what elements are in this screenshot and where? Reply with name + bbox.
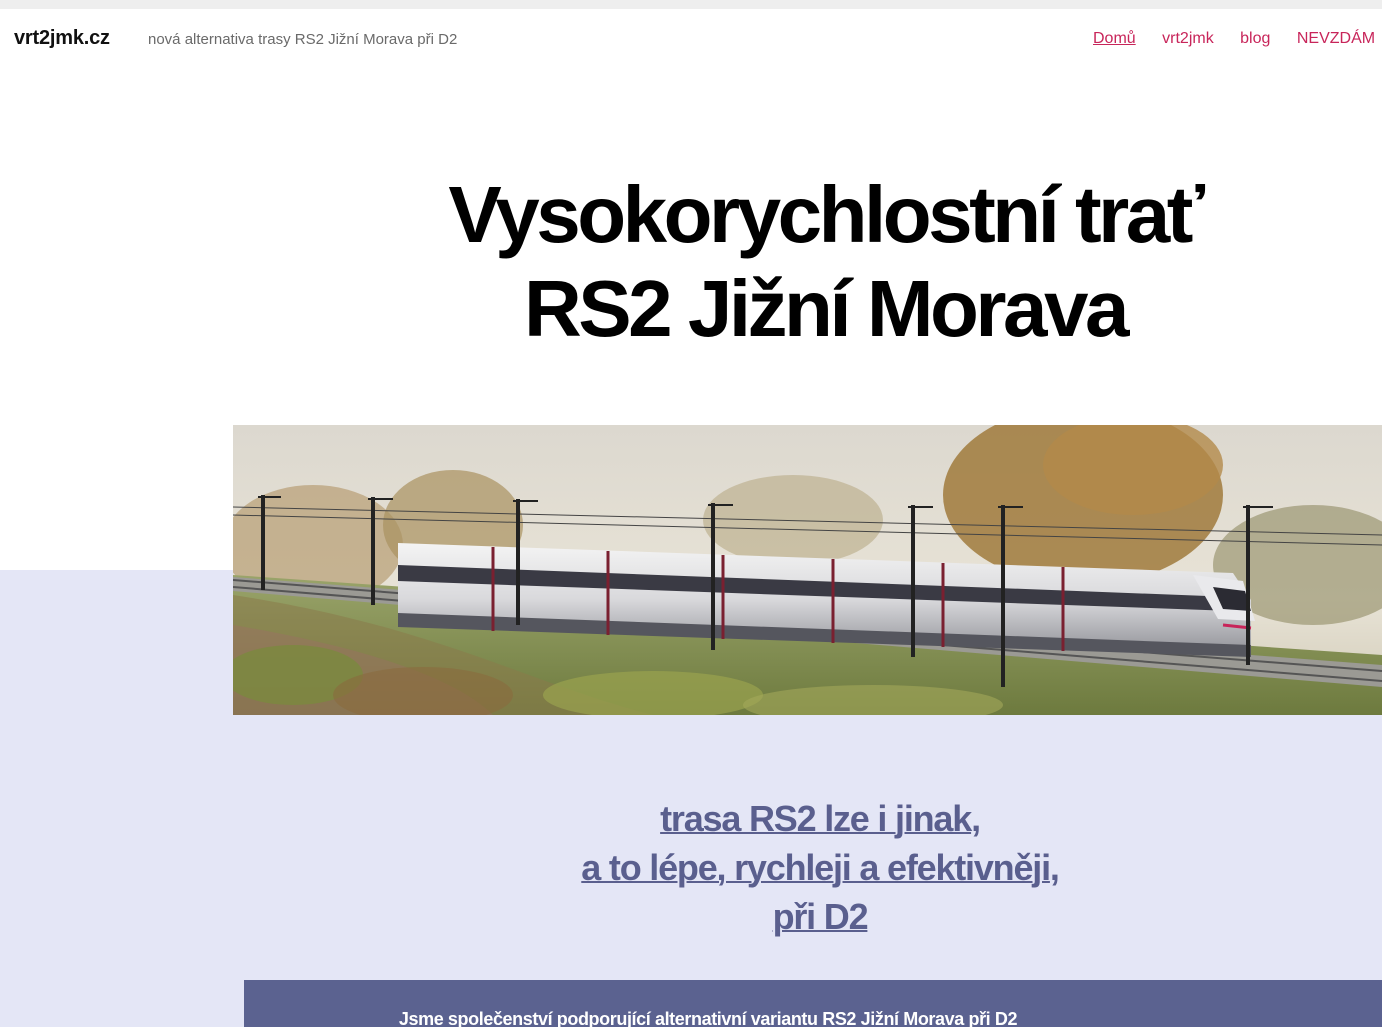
nav-item-home[interactable]: Domů xyxy=(1093,30,1136,47)
page-title: Vysokorychlostní trať RS2 Jižní Morava xyxy=(230,168,1382,356)
site-title-link[interactable]: vrt2jmk.cz xyxy=(14,27,110,50)
hero-train-image xyxy=(233,425,1382,715)
tagline-link-d2[interactable]: při D2 xyxy=(773,896,869,937)
tagline-link-better[interactable]: a to lépe, rychleji a efektivněji xyxy=(581,847,1051,888)
primary-nav: Domů vrt2jmk blog NEVZDÁM xyxy=(1093,30,1382,48)
site-description: nová alternativa trasy RS2 Jižní Morava … xyxy=(148,31,458,48)
tagline-link-route[interactable]: trasa RS2 lze i jinak xyxy=(660,798,972,839)
tagline: trasa RS2 lze i jinak, a to lépe, rychle… xyxy=(380,794,1260,941)
mission-band: Jsme společenství podporující alternativ… xyxy=(244,980,1382,1027)
nav-item-blog[interactable]: blog xyxy=(1240,30,1270,47)
page-title-line2: RS2 Jižní Morava xyxy=(523,264,1130,353)
page-title-line1: Vysokorychlostní trať xyxy=(448,170,1205,259)
mission-text: Jsme společenství podporující alternativ… xyxy=(398,1009,1018,1027)
tagline-comma-2: , xyxy=(1049,847,1060,888)
browser-top-strip xyxy=(0,0,1382,9)
site-header: vrt2jmk.cz nová alternativa trasy RS2 Ji… xyxy=(0,9,1382,71)
tagline-comma-1: , xyxy=(971,798,981,839)
nav-item-vrt2jmk[interactable]: vrt2jmk xyxy=(1162,30,1214,47)
nav-item-nevzdam[interactable]: NEVZDÁM xyxy=(1297,30,1375,47)
